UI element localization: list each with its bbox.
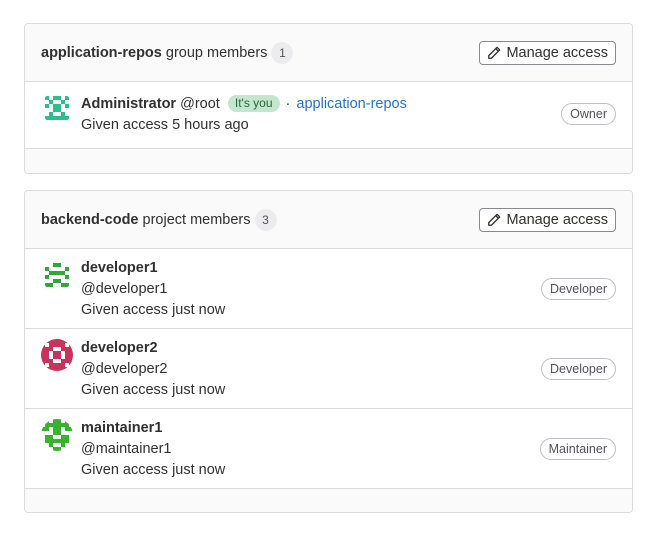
its-you-badge: It's you	[227, 95, 280, 112]
member-row: developer1 @developer1 Given access just…	[25, 249, 632, 329]
member-row: maintainer1 @maintainer1 Given access ju…	[25, 409, 632, 489]
group-manage-access-label: Manage access	[506, 44, 608, 61]
identicon-avatar-icon	[41, 92, 73, 124]
group-name: application-repos	[41, 44, 162, 61]
member-info: developer1 @developer1 Given access just…	[81, 258, 225, 321]
member-username: @developer1	[81, 281, 168, 297]
project-manage-access-label: Manage access	[506, 211, 608, 228]
member-info: maintainer1 @maintainer1 Given access ju…	[81, 418, 225, 481]
identicon-avatar-icon	[41, 259, 73, 291]
member-name[interactable]: Administrator	[81, 96, 176, 112]
source-group-link[interactable]: application-repos	[296, 96, 406, 112]
project-members-count-badge: 3	[254, 208, 277, 231]
avatar-developer1[interactable]	[41, 259, 73, 291]
identicon-avatar-icon	[41, 419, 73, 451]
group-members-title: application-repos group members 1	[41, 41, 294, 64]
member-row: Administrator @root It's you · applicati…	[25, 82, 632, 149]
member-access-text: Given access 5 hours ago	[81, 117, 249, 133]
avatar-developer2[interactable]	[41, 339, 73, 371]
member-access-text: Given access just now	[81, 382, 226, 398]
member-name[interactable]: maintainer1	[81, 418, 225, 439]
member-username: @root	[180, 96, 220, 112]
member-info: developer2 @developer2 Given access just…	[81, 338, 225, 401]
member-info: Administrator @root It's you · applicati…	[81, 94, 407, 136]
pencil-icon	[488, 213, 501, 226]
group-members-footer	[25, 149, 632, 173]
member-username: @developer2	[81, 361, 168, 377]
pencil-icon	[488, 46, 501, 59]
role-badge-maintainer: Maintainer	[539, 438, 616, 460]
group-members-card: application-repos group members 1 Manage…	[24, 23, 633, 174]
project-manage-access-button[interactable]: Manage access	[479, 207, 616, 232]
group-manage-access-button[interactable]: Manage access	[479, 40, 616, 65]
avatar-administrator[interactable]	[41, 92, 73, 124]
member-name[interactable]: developer1	[81, 258, 225, 279]
role-badge-developer: Developer	[541, 278, 616, 300]
group-members-label: group members	[165, 44, 268, 61]
project-name: backend-code	[41, 211, 139, 228]
member-access-text: Given access just now	[81, 302, 226, 318]
project-members-label: project members	[142, 211, 251, 228]
member-row: developer2 @developer2 Given access just…	[25, 329, 632, 409]
role-badge-developer: Developer	[541, 358, 616, 380]
member-name-line: Administrator @root It's you · applicati…	[81, 94, 407, 115]
role-badge-owner: Owner	[561, 103, 616, 125]
project-members-header: backend-code project members 3 Manage ac…	[25, 191, 632, 249]
project-members-card: backend-code project members 3 Manage ac…	[24, 190, 633, 513]
member-access-text: Given access just now	[81, 462, 226, 478]
group-members-header: application-repos group members 1 Manage…	[25, 24, 632, 82]
identicon-avatar-icon	[41, 339, 73, 371]
project-members-title: backend-code project members 3	[41, 208, 277, 231]
group-members-count-badge: 1	[271, 41, 294, 64]
separator-dot: ·	[285, 96, 291, 112]
member-username: @maintainer1	[81, 441, 172, 457]
member-name[interactable]: developer2	[81, 338, 225, 359]
project-members-footer	[25, 489, 632, 512]
avatar-maintainer1[interactable]	[41, 419, 73, 451]
